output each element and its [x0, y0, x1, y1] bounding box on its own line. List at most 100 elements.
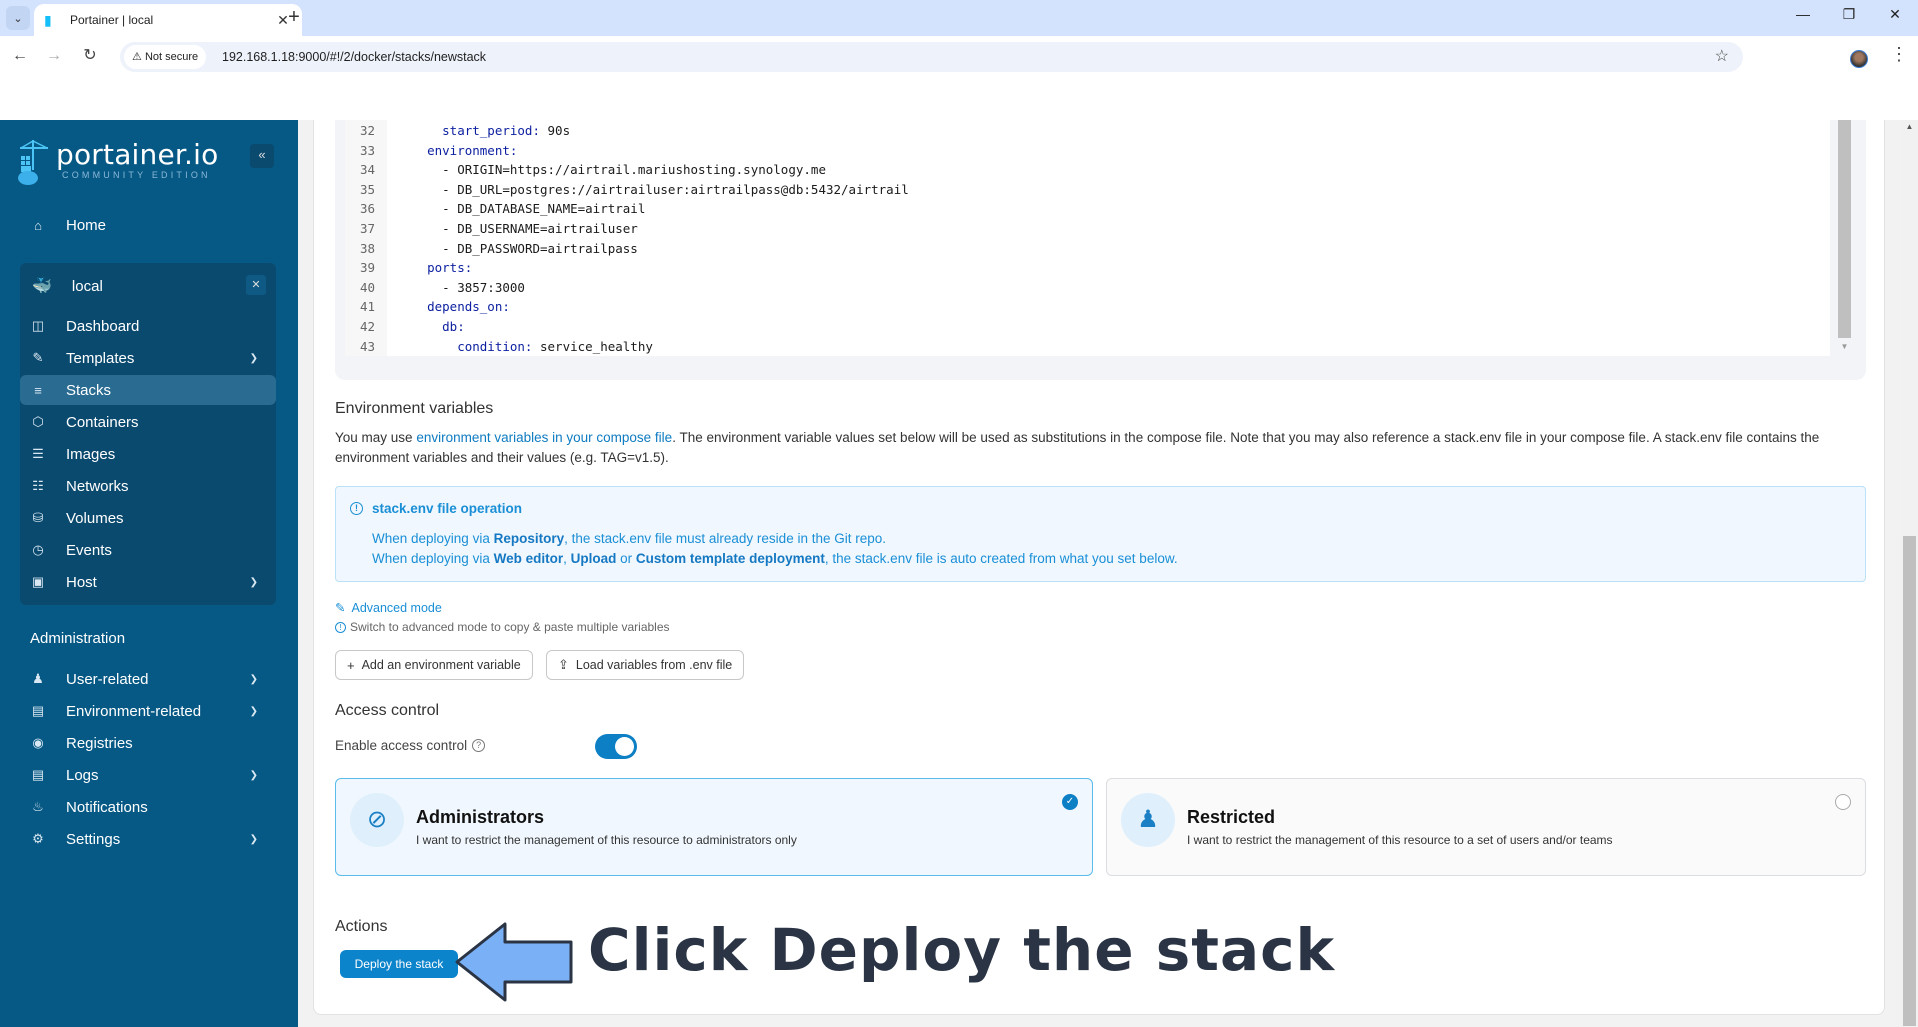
- browser-menu-icon[interactable]: ⋮: [1890, 44, 1908, 65]
- security-chip[interactable]: ⚠ Not secure: [124, 45, 207, 69]
- code-text: - ORIGIN=https://airtrail.mariushosting.…: [442, 162, 826, 178]
- add-env-variable-button[interactable]: + Add an environment variable: [335, 650, 533, 680]
- database-icon: ⛁: [32, 510, 44, 525]
- bookmark-star-icon[interactable]: ☆: [1715, 46, 1729, 66]
- code-text: db:: [397, 319, 465, 334]
- sidebar-item-stacks[interactable]: ≡ Stacks: [20, 375, 276, 405]
- code-text: condition: service_healthy: [397, 338, 653, 354]
- scroll-down-arrow-icon[interactable]: ▼: [1838, 342, 1851, 351]
- line-number: 40: [359, 279, 375, 295]
- tab-search-button[interactable]: ⌄: [6, 6, 30, 30]
- info-line-web-editor: When deploying via Web editor, Upload or…: [372, 551, 1178, 566]
- host-icon: ▣: [31, 574, 45, 589]
- plus-icon: +: [347, 657, 355, 673]
- info-icon: !: [350, 502, 363, 515]
- window-close-button[interactable]: ✕: [1880, 6, 1910, 23]
- sidebar-item-label: Networks: [66, 477, 129, 495]
- page-scrollbar-thumb[interactable]: [1903, 536, 1916, 1026]
- radio-icon: ◉: [32, 735, 44, 750]
- sidebar-item-networks[interactable]: ☷ Networks: [20, 471, 276, 501]
- line-number: 37: [359, 221, 375, 236]
- env-vars-doc-link[interactable]: environment variables in your compose fi…: [416, 430, 672, 445]
- load-env-file-button[interactable]: ⇪ Load variables from .env file: [546, 650, 745, 680]
- stack-create-form: ▼ 32 start_period: 90s 33 environment: 34 …: [313, 120, 1885, 1015]
- docker-icon: 🐳: [32, 278, 52, 295]
- code-text: depends_on:: [397, 299, 510, 315]
- option-title: Administrators: [416, 807, 545, 827]
- code-text: ports:: [397, 260, 473, 276]
- back-button[interactable]: ←: [8, 44, 32, 68]
- help-icon[interactable]: ?: [472, 739, 486, 752]
- deploy-stack-button[interactable]: Deploy the stack: [340, 950, 458, 978]
- close-environment-icon[interactable]: ✕: [246, 275, 266, 295]
- profile-avatar[interactable]: [1850, 50, 1868, 68]
- sidebar-item-containers[interactable]: ⬡ Containers: [20, 407, 276, 437]
- editor-scrollbar[interactable]: [1838, 120, 1851, 338]
- sidebar-item-notifications[interactable]: ♨ Notifications: [20, 792, 276, 822]
- code-text: - 3857:3000: [442, 279, 525, 295]
- sidebar-item-volumes[interactable]: ⛁ Volumes: [20, 503, 276, 533]
- sidebar-item-label: Volumes: [66, 509, 124, 527]
- portainer-favicon-icon: ▮: [44, 12, 52, 28]
- users-icon: ♟: [32, 671, 44, 686]
- sidebar-item-host[interactable]: ▣ Host ❯: [20, 567, 276, 597]
- users-icon: ♟: [1121, 793, 1175, 847]
- sidebar-item-images[interactable]: ☰ Images: [20, 439, 276, 469]
- code-text: start_period: 90s: [397, 123, 571, 138]
- sidebar-item-events[interactable]: ◷ Events: [20, 535, 276, 565]
- sidebar-item-label: Notifications: [66, 798, 148, 816]
- chevron-down-icon: ⌄: [13, 12, 23, 25]
- url-text[interactable]: 192.168.1.18:9000/#!/2/docker/stacks/new…: [222, 42, 486, 72]
- compose-editor-container: ▼ 32 start_period: 90s 33 environment: 34 …: [335, 120, 1866, 380]
- sidebar-item-logs[interactable]: ▤ Logs ❯: [20, 760, 276, 790]
- sidebar-item-registries[interactable]: ◉ Registries: [20, 728, 276, 758]
- compose-editor[interactable]: ▼ 32 start_period: 90s 33 environment: 34 …: [345, 120, 1851, 356]
- forward-button[interactable]: →: [42, 44, 66, 68]
- address-bar[interactable]: ⚠ Not secure 192.168.1.18:9000/#!/2/dock…: [120, 42, 1743, 72]
- eye-off-icon: ⊘: [350, 793, 404, 847]
- sidebar-item-user-related[interactable]: ♟ User-related ❯: [20, 664, 276, 694]
- line-number: 42: [359, 319, 375, 334]
- advanced-mode-hint: ! Switch to advanced mode to copy & past…: [335, 620, 670, 634]
- actions-title: Actions: [335, 918, 388, 935]
- warning-icon: ⚠: [132, 51, 142, 63]
- portainer-logo[interactable]: portainer.io COMMUNITY EDITION: [18, 140, 218, 186]
- sidebar-item-settings[interactable]: ⚙ Settings ❯: [20, 824, 276, 854]
- sidebar-item-dashboard[interactable]: ◫ Dashboard: [20, 311, 276, 341]
- minimize-button[interactable]: —: [1788, 6, 1818, 22]
- restore-button[interactable]: ❐: [1834, 6, 1864, 23]
- logo-name: portainer.io: [56, 138, 219, 171]
- line-number: 39: [359, 260, 375, 276]
- not-secure-label: Not secure: [144, 51, 199, 63]
- sidebar-item-label: Host: [66, 573, 97, 591]
- environment-header[interactable]: 🐳 local ✕: [20, 263, 276, 309]
- browser-tab-bar: ⌄ ▮ Portainer | local ✕ + — ❐ ✕: [0, 0, 1918, 36]
- browser-toolbar: ← → ↻ ⚠ Not secure 192.168.1.18:9000/#!/…: [0, 36, 1918, 120]
- browser-tab[interactable]: ▮ Portainer | local ✕: [34, 4, 302, 36]
- advanced-mode-link[interactable]: ✎ Advanced mode: [335, 600, 442, 616]
- new-tab-button[interactable]: +: [282, 6, 306, 30]
- line-number: 36: [359, 201, 375, 217]
- line-number: 43: [359, 338, 375, 354]
- sidebar-item-environment-related[interactable]: ▤ Environment-related ❯: [20, 696, 276, 726]
- access-option-restricted[interactable]: ♟ Restricted I want to restrict the mana…: [1106, 778, 1866, 876]
- portainer-crane-icon: [18, 140, 50, 186]
- enable-access-control-label: Enable access control ?: [335, 738, 486, 753]
- toggle-knob: [615, 737, 634, 756]
- access-option-administrators[interactable]: ⊘ Administrators I want to restrict the …: [335, 778, 1093, 876]
- code-text: - DB_URL=postgres://airtrailuser:airtrai…: [442, 181, 909, 197]
- collapse-sidebar-button[interactable]: «: [250, 144, 274, 168]
- sidebar-item-label: Registries: [66, 734, 133, 752]
- scroll-up-arrow-icon[interactable]: ▲: [1901, 122, 1918, 131]
- sidebar-item-label: User-related: [66, 670, 149, 688]
- sidebar-item-home[interactable]: ⌂ Home: [20, 210, 276, 240]
- page-scrollbar[interactable]: ▲: [1901, 120, 1918, 1027]
- sidebar-item-templates[interactable]: ✎ Templates ❯: [20, 343, 276, 373]
- logo-edition: COMMUNITY EDITION: [62, 170, 211, 180]
- option-title: Restricted: [1187, 807, 1276, 827]
- access-control-toggle[interactable]: [595, 734, 637, 759]
- access-control-title: Access control: [335, 702, 440, 719]
- line-number: 34: [359, 162, 375, 178]
- box-icon: ⬡: [32, 414, 44, 429]
- reload-button[interactable]: ↻: [78, 44, 102, 68]
